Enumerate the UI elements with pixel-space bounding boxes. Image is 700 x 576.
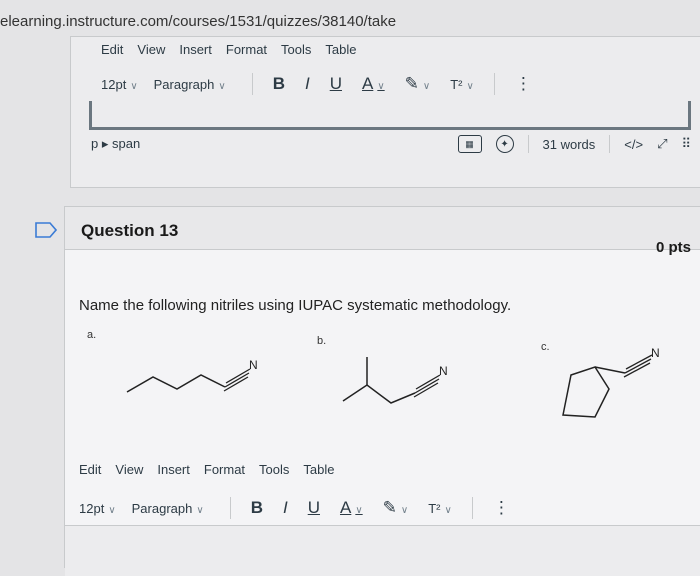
flag-question-icon[interactable] <box>35 222 57 238</box>
chevron-down-icon: ∨ <box>466 80 474 92</box>
fullscreen-icon[interactable]: ⤢ <box>657 136 667 152</box>
status-divider <box>609 135 611 153</box>
chevron-down-icon: ∨ <box>444 504 452 516</box>
answer-editor-toolbar: 12pt ∨ Paragraph ∨ B I U A ∨ ✎ ∨ T² ∨ ⋮ <box>79 497 520 519</box>
more-options-button[interactable]: ⋮ <box>493 498 510 518</box>
question-prompt: Name the following nitriles using IUPAC … <box>79 297 512 314</box>
toolbar-divider <box>251 73 253 95</box>
italic-button[interactable]: I <box>283 498 288 518</box>
menu-view[interactable]: View <box>115 462 143 477</box>
question-header: Question 13 <box>65 207 700 250</box>
chevron-down-icon: ∨ <box>196 504 204 516</box>
highlight-button[interactable]: ✎ ∨ <box>383 498 409 518</box>
rich-text-editor-previous: Edit View Insert Format Tools Table 12pt… <box>70 36 700 188</box>
menu-table[interactable]: Table <box>325 42 356 57</box>
toolbar-divider <box>229 497 231 519</box>
menu-format[interactable]: Format <box>204 462 245 477</box>
answer-editor-menubar: Edit View Insert Format Tools Table <box>79 462 334 477</box>
menu-edit[interactable]: Edit <box>101 42 123 57</box>
menu-tools[interactable]: Tools <box>281 42 311 57</box>
underline-button[interactable]: U <box>308 498 320 518</box>
label-b: b. <box>317 335 327 347</box>
editor-statusbar: p ▸ span ▦ ✦ 31 words </> ⤢ ⠿ <box>91 135 691 153</box>
question-points: 0 pts <box>655 239 691 256</box>
toolbar-divider <box>493 73 495 95</box>
resize-handle-icon[interactable]: ⠿ <box>681 136 691 152</box>
superscript-button[interactable]: T² ∨ <box>450 77 474 92</box>
italic-button[interactable]: I <box>305 74 310 94</box>
superscript-button[interactable]: T² ∨ <box>428 501 452 516</box>
chevron-down-icon: ∨ <box>218 80 226 92</box>
chevron-down-icon: ∨ <box>422 81 431 92</box>
atom-n-label: N <box>249 358 258 372</box>
accessibility-icon[interactable]: ✦ <box>495 135 514 153</box>
pen-icon: ✎ <box>382 498 397 517</box>
menu-format[interactable]: Format <box>226 42 267 57</box>
structure-c-cyclopentanecarbonitrile: N <box>562 346 660 418</box>
menu-edit[interactable]: Edit <box>79 462 101 477</box>
text-color-button[interactable]: A ∨ <box>362 74 385 94</box>
text-color-button[interactable]: A ∨ <box>340 498 363 518</box>
menu-tools[interactable]: Tools <box>259 462 289 477</box>
question-title: Question 13 <box>81 221 179 240</box>
more-options-button[interactable]: ⋮ <box>515 74 532 94</box>
underline-button[interactable]: U <box>330 74 342 94</box>
highlight-button[interactable]: ✎ ∨ <box>405 74 431 94</box>
label-c: c. <box>541 341 550 353</box>
answer-editor-content[interactable] <box>65 525 700 576</box>
font-size-select[interactable]: 12pt ∨ <box>101 77 138 92</box>
word-count[interactable]: 31 words <box>543 137 596 152</box>
pen-icon: ✎ <box>404 74 419 93</box>
status-divider <box>527 135 529 153</box>
editor-menubar: Edit View Insert Format Tools Table <box>101 42 356 57</box>
editor-content-area[interactable] <box>89 101 691 130</box>
chevron-down-icon: ∨ <box>130 80 138 92</box>
atom-n-label: N <box>439 364 448 378</box>
menu-insert[interactable]: Insert <box>157 462 190 477</box>
atom-n-label: N <box>651 346 660 360</box>
bold-button[interactable]: B <box>273 74 285 94</box>
element-path: p ▸ span <box>91 136 141 151</box>
font-size-select[interactable]: 12pt ∨ <box>79 501 116 516</box>
menu-table[interactable]: Table <box>303 462 334 477</box>
chevron-down-icon: ∨ <box>108 504 116 516</box>
keyboard-icon[interactable]: ▦ <box>457 135 482 153</box>
editor-toolbar: 12pt ∨ Paragraph ∨ B I U A ∨ ✎ ∨ T² ∨ ⋮ <box>101 73 691 95</box>
label-a: a. <box>87 329 97 341</box>
block-format-select[interactable]: Paragraph ∨ <box>154 77 226 92</box>
chevron-down-icon: ∨ <box>400 505 409 516</box>
question-card: Question 13 0 pts Name the following nit… <box>64 206 700 576</box>
html-editor-toggle[interactable]: </> <box>624 137 643 152</box>
bold-button[interactable]: B <box>251 498 263 518</box>
structure-a-butanenitrile: N <box>126 358 258 393</box>
chevron-down-icon: ∨ <box>377 81 385 92</box>
toolbar-divider <box>471 497 473 519</box>
menu-insert[interactable]: Insert <box>179 42 212 57</box>
block-format-select[interactable]: Paragraph ∨ <box>132 501 204 516</box>
chevron-down-icon: ∨ <box>355 505 363 516</box>
address-bar-url[interactable]: elearning.instructure.com/courses/1531/q… <box>0 13 396 30</box>
menu-view[interactable]: View <box>137 42 165 57</box>
structure-b-isobutyronitrile: N <box>342 357 448 404</box>
